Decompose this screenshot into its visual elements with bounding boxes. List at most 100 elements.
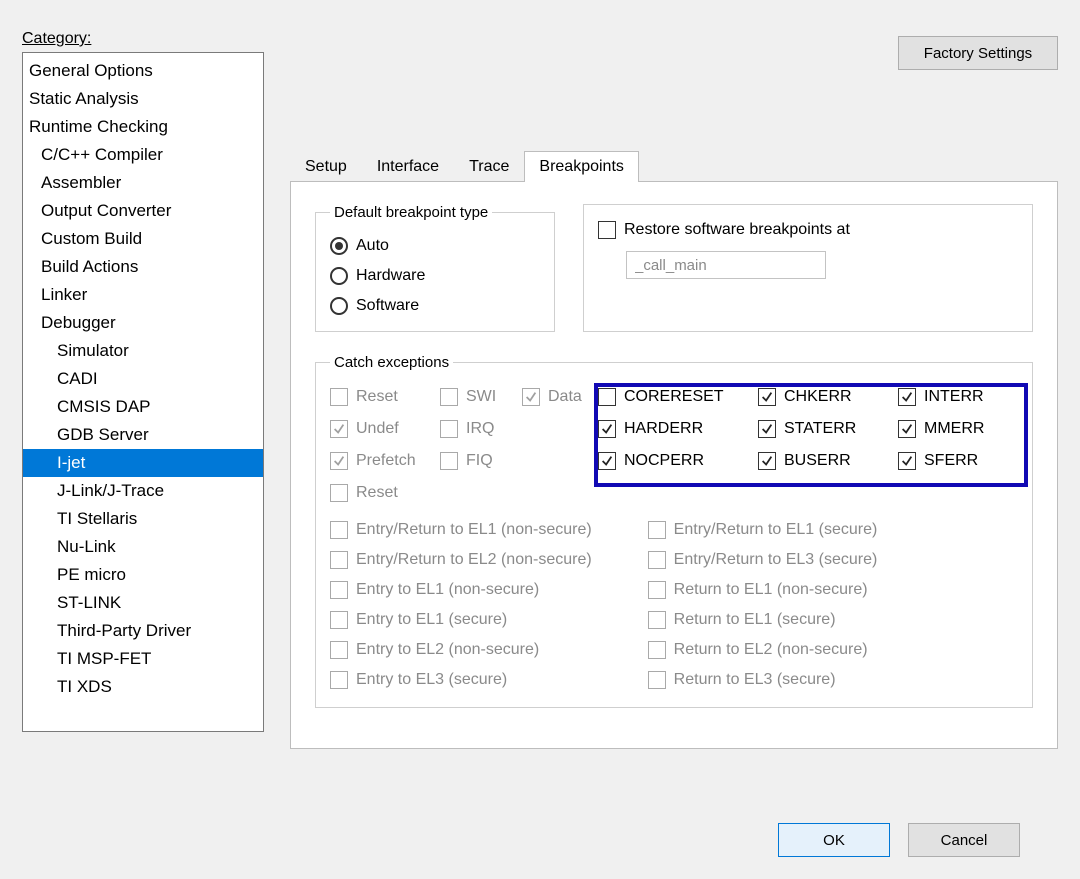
checkbox-data bbox=[522, 388, 540, 406]
checkbox-sferr[interactable] bbox=[898, 452, 916, 470]
category-item[interactable]: Build Actions bbox=[23, 253, 263, 281]
radio-hardware[interactable] bbox=[330, 267, 348, 285]
checkbox-entry-return-to-el2-non-secure- bbox=[330, 551, 348, 569]
category-item[interactable]: ST-LINK bbox=[23, 589, 263, 617]
radio-label: Hardware bbox=[356, 261, 425, 291]
cancel-button[interactable]: Cancel bbox=[908, 823, 1020, 857]
ok-button[interactable]: OK bbox=[778, 823, 890, 857]
checkbox-label: Entry to EL1 (non-secure) bbox=[356, 575, 539, 605]
category-item[interactable]: Runtime Checking bbox=[23, 113, 263, 141]
category-item[interactable]: Simulator bbox=[23, 337, 263, 365]
category-item[interactable]: CADI bbox=[23, 365, 263, 393]
checkbox-chkerr[interactable] bbox=[758, 388, 776, 406]
category-item[interactable]: TI Stellaris bbox=[23, 505, 263, 533]
checkbox-fiq bbox=[440, 452, 458, 470]
checkbox-label: MMERR bbox=[924, 413, 984, 445]
category-item[interactable]: Third-Party Driver bbox=[23, 617, 263, 645]
radio-auto[interactable] bbox=[330, 237, 348, 255]
fieldset-catch-exceptions: Catch exceptions ResetUndefPrefetchReset… bbox=[315, 354, 1033, 708]
checkbox-return-to-el3-secure- bbox=[648, 671, 666, 689]
checkbox-corereset[interactable] bbox=[598, 388, 616, 406]
restore-input[interactable] bbox=[626, 251, 826, 279]
checkbox-entry-to-el1-secure- bbox=[330, 611, 348, 629]
tab-interface[interactable]: Interface bbox=[362, 151, 454, 182]
category-item[interactable]: Output Converter bbox=[23, 197, 263, 225]
checkbox-undef bbox=[330, 420, 348, 438]
checkbox-entry-return-to-el1-secure- bbox=[648, 521, 666, 539]
tab-trace[interactable]: Trace bbox=[454, 151, 524, 182]
legend-catch: Catch exceptions bbox=[330, 354, 453, 371]
checkbox-staterr[interactable] bbox=[758, 420, 776, 438]
checkbox-label: CORERESET bbox=[624, 381, 724, 413]
checkbox-label: Entry/Return to EL2 (non-secure) bbox=[356, 545, 592, 575]
checkbox-label: Entry/Return to EL1 (secure) bbox=[674, 515, 878, 545]
radio-label: Software bbox=[356, 291, 419, 321]
category-item[interactable]: Nu-Link bbox=[23, 533, 263, 561]
category-item[interactable]: PE micro bbox=[23, 561, 263, 589]
checkbox-label: Return to EL3 (secure) bbox=[674, 665, 836, 695]
checkbox-label: Return to EL1 (non-secure) bbox=[674, 575, 868, 605]
checkbox-label: Entry/Return to EL1 (non-secure) bbox=[356, 515, 592, 545]
checkbox-label: BUSERR bbox=[784, 445, 851, 477]
checkbox-label: INTERR bbox=[924, 381, 984, 413]
legend-default-bp: Default breakpoint type bbox=[330, 204, 492, 221]
category-item[interactable]: GDB Server bbox=[23, 421, 263, 449]
category-item[interactable]: Static Analysis bbox=[23, 85, 263, 113]
checkbox-label: Data bbox=[548, 381, 582, 413]
checkbox-return-to-el1-secure- bbox=[648, 611, 666, 629]
checkbox-label: Prefetch bbox=[356, 445, 416, 477]
radio-software[interactable] bbox=[330, 297, 348, 315]
checkbox-entry-to-el1-non-secure- bbox=[330, 581, 348, 599]
checkbox-label: Entry to EL2 (non-secure) bbox=[356, 635, 539, 665]
checkbox-label: IRQ bbox=[466, 413, 494, 445]
category-item[interactable]: J-Link/J-Trace bbox=[23, 477, 263, 505]
checkbox-entry-return-to-el1-non-secure- bbox=[330, 521, 348, 539]
checkbox-interr[interactable] bbox=[898, 388, 916, 406]
checkbox-entry-to-el3-secure- bbox=[330, 671, 348, 689]
tab-breakpoints[interactable]: Breakpoints bbox=[524, 151, 639, 182]
category-label: Category: bbox=[22, 30, 264, 48]
category-item[interactable]: Custom Build bbox=[23, 225, 263, 253]
checkbox-label: STATERR bbox=[784, 413, 856, 445]
checkbox-label: NOCPERR bbox=[624, 445, 704, 477]
tabstrip: SetupInterfaceTraceBreakpoints bbox=[290, 150, 1058, 181]
factory-settings-button[interactable]: Factory Settings bbox=[898, 36, 1058, 70]
checkbox-reset bbox=[330, 388, 348, 406]
category-item[interactable]: Linker bbox=[23, 281, 263, 309]
category-list[interactable]: General OptionsStatic AnalysisRuntime Ch… bbox=[22, 52, 264, 732]
checkbox-label: Return to EL2 (non-secure) bbox=[674, 635, 868, 665]
checkbox-return-to-el2-non-secure- bbox=[648, 641, 666, 659]
category-item[interactable]: Debugger bbox=[23, 309, 263, 337]
checkbox-label: Entry to EL3 (secure) bbox=[356, 665, 507, 695]
category-item[interactable]: I-jet bbox=[23, 449, 263, 477]
checkbox-label: Entry/Return to EL3 (secure) bbox=[674, 545, 878, 575]
checkbox-entry-to-el2-non-secure- bbox=[330, 641, 348, 659]
checkbox-label: Undef bbox=[356, 413, 399, 445]
restore-checkbox[interactable] bbox=[598, 221, 616, 239]
radio-label: Auto bbox=[356, 231, 389, 261]
checkbox-label: Reset bbox=[356, 477, 398, 509]
checkbox-buserr[interactable] bbox=[758, 452, 776, 470]
checkbox-mmerr[interactable] bbox=[898, 420, 916, 438]
checkbox-label: HARDERR bbox=[624, 413, 703, 445]
category-item[interactable]: TI MSP-FET bbox=[23, 645, 263, 673]
category-item[interactable]: CMSIS DAP bbox=[23, 393, 263, 421]
checkbox-reset bbox=[330, 484, 348, 502]
checkbox-label: SFERR bbox=[924, 445, 978, 477]
restore-label: Restore software breakpoints at bbox=[624, 221, 850, 239]
checkbox-swi bbox=[440, 388, 458, 406]
category-item[interactable]: Assembler bbox=[23, 169, 263, 197]
checkbox-label: SWI bbox=[466, 381, 496, 413]
checkbox-entry-return-to-el3-secure- bbox=[648, 551, 666, 569]
checkbox-label: Entry to EL1 (secure) bbox=[356, 605, 507, 635]
checkbox-harderr[interactable] bbox=[598, 420, 616, 438]
tab-panel-breakpoints: Default breakpoint type AutoHardwareSoft… bbox=[290, 181, 1058, 749]
checkbox-nocperr[interactable] bbox=[598, 452, 616, 470]
category-item[interactable]: General Options bbox=[23, 57, 263, 85]
checkbox-return-to-el1-non-secure- bbox=[648, 581, 666, 599]
checkbox-label: CHKERR bbox=[784, 381, 852, 413]
tab-setup[interactable]: Setup bbox=[290, 151, 362, 182]
category-item[interactable]: C/C++ Compiler bbox=[23, 141, 263, 169]
category-item[interactable]: TI XDS bbox=[23, 673, 263, 701]
checkbox-label: FIQ bbox=[466, 445, 493, 477]
